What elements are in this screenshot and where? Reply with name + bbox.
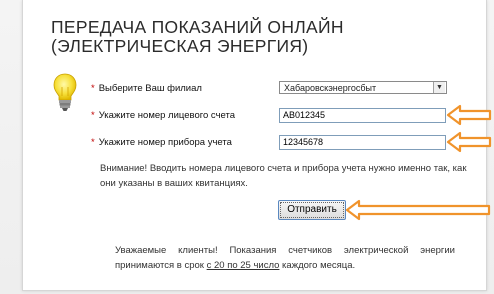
required-mark: * xyxy=(91,83,95,94)
submit-button[interactable]: Отправить xyxy=(278,200,346,220)
footer-text-after: каждого месяца. xyxy=(279,260,356,271)
meter-label: Укажите номер прибора учета xyxy=(98,137,232,148)
branch-select-value: Хабаровскэнергосбыт xyxy=(284,83,377,93)
account-number-input[interactable]: АВ012345 xyxy=(279,108,446,123)
footer-deadline: с 20 по 25 число xyxy=(206,260,280,271)
arrow-left-icon xyxy=(446,131,492,153)
branch-select[interactable]: Хабаровскэнергосбыт ▼ xyxy=(279,81,447,94)
account-label: Укажите номер лицевого счета xyxy=(98,110,236,121)
footer-note: Уважаемые клиенты! Показания счетчиков э… xyxy=(115,243,455,273)
page-title-line2: (ЭЛЕКТРИЧЕСКАЯ ЭНЕРГИЯ) xyxy=(51,36,309,56)
notice-text: Внимание! Вводить номера лицевого счета … xyxy=(100,163,467,189)
branch-label: Выберите Ваш филиал xyxy=(98,83,202,94)
page-title: ПЕРЕДАЧА ПОКАЗАНИЙ ОНЛАЙН (ЭЛЕКТРИЧЕСКАЯ… xyxy=(51,18,344,56)
lightbulb-icon xyxy=(53,73,77,111)
arrow-left-icon xyxy=(446,104,492,126)
required-mark: * xyxy=(91,137,95,148)
page-title-line1: ПЕРЕДАЧА ПОКАЗАНИЙ ОНЛАЙН xyxy=(51,17,344,37)
account-row: * Укажите номер лицевого счета xyxy=(91,110,235,121)
arrow-left-icon xyxy=(345,199,491,221)
branch-row: * Выберите Ваш филиал xyxy=(91,83,202,94)
meter-row: * Укажите номер прибора учета xyxy=(91,137,232,148)
chevron-down-icon[interactable]: ▼ xyxy=(433,82,445,93)
meter-number-input[interactable]: 12345678 xyxy=(279,135,446,150)
required-mark: * xyxy=(91,110,95,121)
